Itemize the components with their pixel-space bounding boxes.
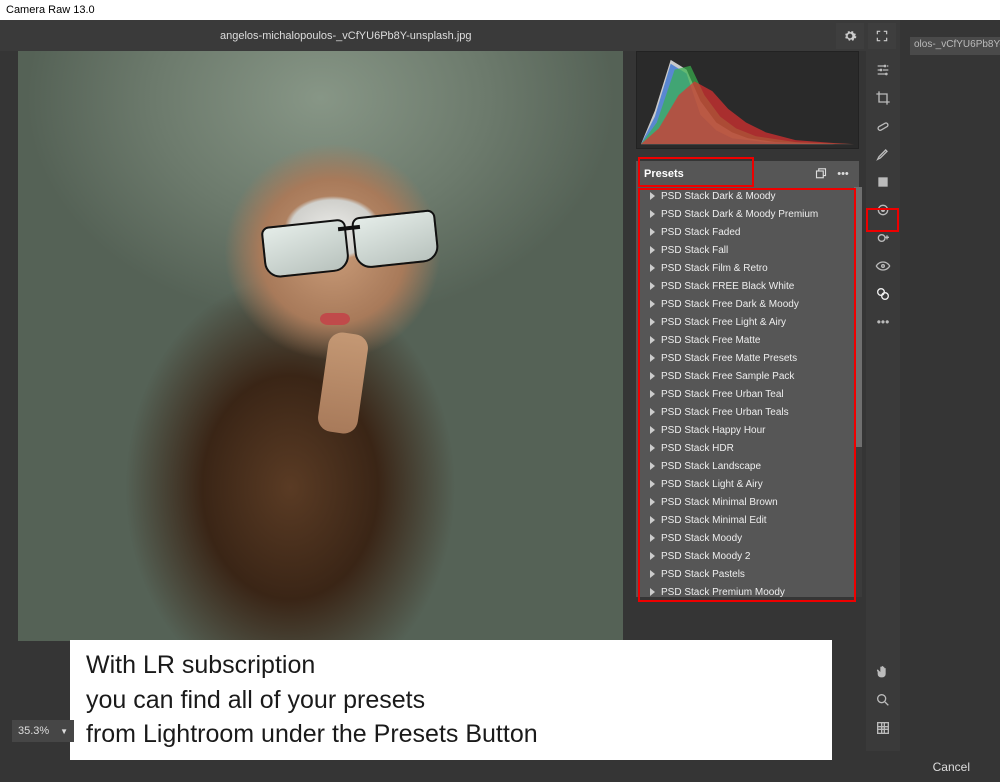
background-tab: olos-_vCfYU6Pb8Y-unspla: [910, 37, 1000, 55]
grid-icon: [875, 720, 891, 736]
eye-plus-icon: [875, 230, 891, 246]
image-canvas[interactable]: [18, 51, 623, 641]
caption-line-3: from Lightroom under the Presets Button: [86, 717, 816, 752]
sliders-icon: [875, 62, 891, 78]
app-title: Camera Raw 13.0: [6, 4, 95, 16]
annotation-box-presets-tool: [866, 208, 899, 232]
gear-icon: [843, 29, 857, 43]
caption-line-2: you can find all of your presets: [86, 683, 816, 718]
caption-line-1: With LR subscription: [86, 648, 816, 683]
filename-label: angelos-michalopoulos-_vCfYU6Pb8Y-unspla…: [220, 30, 472, 42]
hand-tool[interactable]: [869, 659, 897, 685]
cancel-label: Cancel: [933, 760, 970, 774]
snapshot-tool[interactable]: [869, 253, 897, 279]
ellipsis-icon: •••: [837, 168, 849, 180]
histogram-chart: [637, 52, 858, 148]
hand-icon: [875, 664, 891, 680]
presets-more-button[interactable]: •••: [835, 166, 851, 182]
brush-icon: [875, 146, 891, 162]
cancel-button[interactable]: Cancel: [933, 760, 970, 774]
edit-tool[interactable]: [869, 57, 897, 83]
histogram-panel[interactable]: [636, 51, 859, 149]
presets-icon: [875, 286, 891, 302]
adjust-brush-tool[interactable]: [869, 141, 897, 167]
magnifier-icon: [875, 692, 891, 708]
spot-heal-tool[interactable]: [869, 113, 897, 139]
tool-strip: •••: [866, 51, 900, 751]
fullscreen-button[interactable]: [868, 23, 896, 49]
presets-tool[interactable]: [869, 281, 897, 307]
zoom-tool[interactable]: [869, 687, 897, 713]
chevron-down-icon: ▼: [60, 727, 68, 736]
crop-tool[interactable]: [869, 85, 897, 111]
photo-preview: [18, 51, 623, 641]
gradient-icon: [875, 174, 891, 190]
background-tab-label: olos-_vCfYU6Pb8Y-unspla: [914, 39, 1000, 50]
header-bar: angelos-michalopoulos-_vCfYU6Pb8Y-unspla…: [0, 20, 900, 51]
crop-icon: [875, 90, 891, 106]
annotation-caption: With LR subscription you can find all of…: [70, 640, 832, 760]
presets-create-button[interactable]: [813, 166, 829, 182]
create-preset-icon: [815, 168, 827, 180]
ellipsis-icon: •••: [877, 315, 890, 329]
bandage-icon: [875, 118, 891, 134]
more-tool[interactable]: •••: [869, 309, 897, 335]
grid-tool[interactable]: [869, 715, 897, 741]
eye-icon: [875, 258, 891, 274]
grad-filter-tool[interactable]: [869, 169, 897, 195]
photo-detail-lips: [320, 313, 350, 325]
zoom-dropdown[interactable]: 35.3% ▼: [12, 720, 74, 742]
annotation-box-presets-title: [638, 157, 754, 187]
settings-button[interactable]: [836, 23, 864, 49]
fullscreen-icon: [875, 29, 889, 43]
annotation-box-presets-list: [638, 188, 856, 602]
zoom-value: 35.3%: [18, 725, 49, 737]
titlebar: Camera Raw 13.0: [0, 0, 1000, 20]
